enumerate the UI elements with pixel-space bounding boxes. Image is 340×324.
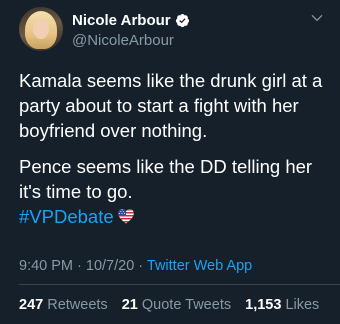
retweets-label: Retweets <box>47 297 108 313</box>
avatar[interactable] <box>19 7 63 51</box>
tweet-date[interactable]: 10/7/20 <box>86 258 134 274</box>
divider <box>19 284 340 285</box>
handle[interactable]: @NicoleArbour <box>72 32 190 49</box>
avatar-face <box>33 19 49 39</box>
retweets-count: 247 <box>19 297 44 313</box>
hashtag-link[interactable]: #VPDebate <box>19 206 114 227</box>
quote-tweets-count: 21 <box>121 297 138 313</box>
meta-separator: · <box>134 258 147 274</box>
verified-badge-icon <box>175 13 189 27</box>
chevron-down-icon[interactable] <box>310 11 324 25</box>
retweets-stat[interactable]: 247 Retweets <box>19 297 108 313</box>
heart-flag-emoji <box>117 209 134 224</box>
tweet-paragraph-1: Kamala seems like the drunk girl at a pa… <box>19 70 323 141</box>
tweet-paragraph-2-text: Pence seems like the DD telling her it's… <box>19 156 313 202</box>
tweet-source-link[interactable]: Twitter Web App <box>147 258 252 274</box>
tweet-text: Kamala seems like the drunk girl at a pa… <box>19 68 324 229</box>
likes-label: Likes <box>285 297 320 313</box>
tweet-meta: 9:40 PM · 10/7/20 · Twitter Web App <box>19 258 252 274</box>
tweet-time[interactable]: 9:40 PM <box>19 258 73 274</box>
display-name[interactable]: Nicole Arbour <box>72 12 171 29</box>
tweet-card: Nicole Arbour @NicoleArbour Kamala seems… <box>0 0 340 324</box>
tweet-paragraph-2: Pence seems like the DD telling her it's… <box>19 154 324 229</box>
quote-tweets-stat[interactable]: 21 Quote Tweets <box>122 297 231 313</box>
tweet-stats: 247 Retweets 21 Quote Tweets 1,153 Likes <box>19 297 329 313</box>
tweet-header: Nicole Arbour @NicoleArbour <box>19 7 326 51</box>
meta-separator: · <box>73 258 86 274</box>
name-row: Nicole Arbour <box>72 11 190 29</box>
likes-count: 1,153 <box>245 297 282 313</box>
quote-tweets-label: Quote Tweets <box>141 297 232 313</box>
likes-stat[interactable]: 1,153 Likes <box>245 297 319 313</box>
author-info: Nicole Arbour @NicoleArbour <box>72 11 190 49</box>
